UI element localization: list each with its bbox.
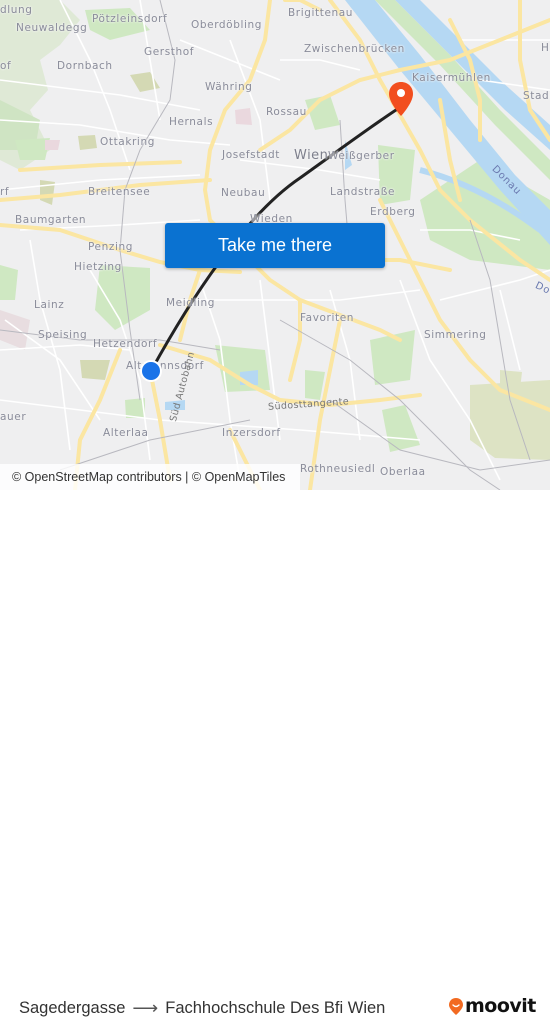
place-label: Rothneusiedl	[300, 463, 376, 475]
place-label: Kaisermühlen	[412, 72, 491, 84]
place-label: Dornbach	[57, 60, 113, 72]
place-label: of	[0, 60, 12, 72]
moovit-logo[interactable]: moovit	[449, 995, 536, 1017]
destination-name: Fachhochschule Des Bfi Wien	[165, 999, 386, 1017]
place-label: Lainz	[34, 299, 65, 311]
moovit-wordmark: moovit	[465, 995, 536, 1017]
place-label: Ottakring	[100, 136, 155, 148]
city-label-wien: Wien	[294, 148, 329, 163]
place-label: dlung	[0, 4, 33, 16]
place-label: Rossau	[266, 106, 307, 118]
place-label: Penzing	[88, 241, 134, 253]
take-me-there-button[interactable]: Take me there	[165, 223, 385, 268]
place-label: rf	[0, 186, 10, 198]
place-label: Breitensee	[88, 186, 151, 198]
moovit-pin-icon	[449, 997, 463, 1015]
place-label: Pötzleinsdorf	[92, 13, 168, 25]
place-label: Erdberg	[370, 206, 416, 218]
place-label: Hetzendorf	[93, 338, 158, 350]
place-label: Währing	[205, 81, 253, 93]
place-label: Meidling	[166, 297, 216, 309]
place-label: Josefstadt	[222, 149, 280, 161]
arrow-right-icon: ⟶	[132, 998, 159, 1018]
place-label: Baumgarten	[15, 214, 87, 226]
footer-bar: Sagedergasse ⟶ Fachhochschule Des Bfi Wi…	[0, 490, 550, 1018]
route-summary: Sagedergasse ⟶ Fachhochschule Des Bfi Wi…	[19, 998, 385, 1019]
place-label: Inzersdorf	[222, 427, 281, 439]
origin-name: Sagedergasse	[19, 999, 126, 1017]
place-label: Weißgerber	[328, 150, 395, 162]
place-label: Hernals	[169, 116, 214, 128]
place-label: Oberdöbling	[191, 19, 263, 31]
map-attribution: © OpenStreetMap contributors | © OpenMap…	[0, 464, 300, 490]
place-label: Favoriten	[300, 312, 355, 324]
place-label: Hietzing	[74, 261, 122, 273]
place-label: Gersthof	[144, 46, 195, 58]
place-label: Zwischenbrücken	[304, 43, 405, 55]
place-label: Neuwaldegg	[16, 22, 88, 34]
place-label: H	[541, 42, 550, 54]
place-label: Alterlaa	[103, 427, 149, 439]
place-label: Brigittenau	[288, 7, 354, 19]
place-label: Stadl	[523, 90, 550, 102]
place-label: Landstraße	[330, 186, 396, 198]
place-label: Simmering	[424, 329, 487, 341]
place-label: Neubau	[221, 187, 266, 199]
map-view[interactable]: Neuwaldegg Pötzleinsdorf Oberdöbling Brigit…	[0, 0, 550, 490]
destination-pin-icon[interactable]	[388, 81, 414, 117]
place-label: Speising	[38, 329, 88, 341]
place-label: Oberlaa	[380, 466, 426, 478]
place-label: auer	[0, 411, 27, 423]
origin-marker[interactable]	[139, 359, 163, 383]
attribution-text[interactable]: © OpenStreetMap contributors | © OpenMap…	[12, 470, 285, 484]
